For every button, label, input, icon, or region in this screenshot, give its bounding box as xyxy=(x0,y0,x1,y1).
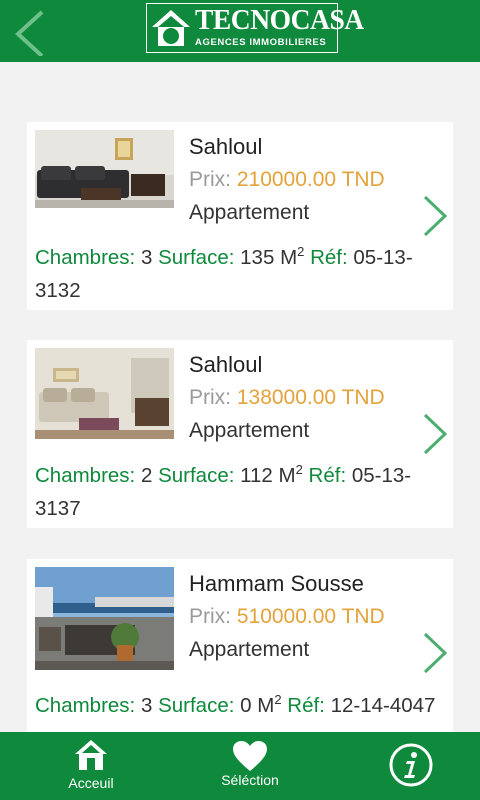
nav-home-button[interactable]: Acceuil xyxy=(58,732,124,800)
chevron-right-icon[interactable] xyxy=(419,412,449,456)
listing-price: 510000.00 TND xyxy=(236,605,385,628)
surface-unit: M xyxy=(278,463,296,487)
listing-price: 138000.00 TND xyxy=(236,386,385,409)
listing-price-line: Prix: 138000.00 TND xyxy=(189,381,419,414)
back-chevron-icon xyxy=(15,10,44,58)
surface-value: 135 xyxy=(240,245,275,269)
surface-label: Surface: xyxy=(158,463,235,487)
tecnocasa-logo: TECNOCASA AGENCES IMMOBILIERES xyxy=(146,3,364,53)
rooms-value: 3 xyxy=(140,693,153,717)
app-screen: TECNOCASA AGENCES IMMOBILIERES Sahloul P… xyxy=(0,0,480,800)
ref-label: Réf: xyxy=(310,245,348,269)
home-icon xyxy=(75,740,107,770)
listing-city: Sahloul xyxy=(189,352,263,377)
logo-house-icon xyxy=(152,10,190,46)
listing-card[interactable]: Hammam Sousse Prix: 510000.00 TND Appart… xyxy=(27,559,453,732)
listing-price: 210000.00 TND xyxy=(236,168,385,191)
listing-details: Chambres: 3 Surface: 135 M2 Réf: 05-13-3… xyxy=(35,235,445,307)
ref-value: 12-14-4047 xyxy=(330,693,436,717)
surface-unit: M xyxy=(280,245,298,269)
ref-label: Réf: xyxy=(287,693,325,717)
surface-label: Surface: xyxy=(158,693,235,717)
surface-value: 112 xyxy=(240,463,273,487)
top-bar: TECNOCASA AGENCES IMMOBILIERES xyxy=(0,0,480,62)
listing-info: Sahloul Prix: 138000.00 TND Appartement xyxy=(189,348,419,447)
surface-value: 0 xyxy=(240,693,252,717)
chevron-right-icon[interactable] xyxy=(419,194,449,238)
logo-subtitle: AGENCES IMMOBILIERES xyxy=(195,37,327,48)
listing-type: Appartement xyxy=(189,201,310,224)
rooms-value: 2 xyxy=(140,463,153,487)
price-label: Prix: xyxy=(189,386,231,409)
rooms-label: Chambres: xyxy=(35,463,136,487)
listing-details: Chambres: 3 Surface: 0 M2 Réf: 12-14-404… xyxy=(35,683,445,722)
listing-photo xyxy=(35,567,174,670)
surface-unit: M xyxy=(257,693,275,717)
logo-name: TECNOCASA xyxy=(195,4,364,36)
listing-photo xyxy=(35,348,174,439)
listing-price-line: Prix: 510000.00 TND xyxy=(189,600,419,633)
chevron-right-icon[interactable] xyxy=(419,631,449,675)
listing-photo xyxy=(35,130,174,208)
nav-selection-label: Séléction xyxy=(221,772,279,788)
listing-city: Sahloul xyxy=(189,134,263,159)
surface-exponent: 2 xyxy=(274,692,282,707)
listing-card[interactable]: Sahloul Prix: 138000.00 TND Appartement … xyxy=(27,340,453,528)
heart-icon xyxy=(233,741,267,771)
rooms-label: Chambres: xyxy=(35,693,136,717)
listing-details: Chambres: 2 Surface: 112 M2 Réf: 05-13-3… xyxy=(35,453,445,525)
surface-exponent: 2 xyxy=(295,462,303,477)
listing-type: Appartement xyxy=(189,638,310,661)
listing-list: Sahloul Prix: 210000.00 TND Appartement … xyxy=(0,62,480,732)
surface-exponent: 2 xyxy=(297,244,305,259)
nav-selection-button[interactable]: Séléction xyxy=(210,732,290,800)
info-icon xyxy=(389,743,433,787)
price-label: Prix: xyxy=(189,168,231,191)
listing-city: Hammam Sousse xyxy=(189,571,364,596)
listing-info: Hammam Sousse Prix: 510000.00 TND Appart… xyxy=(189,567,419,666)
listing-type: Appartement xyxy=(189,419,310,442)
rooms-value: 3 xyxy=(140,245,153,269)
bottom-nav-bar: Acceuil Séléction xyxy=(0,732,480,800)
listing-card[interactable]: Sahloul Prix: 210000.00 TND Appartement … xyxy=(27,122,453,310)
ref-label: Réf: xyxy=(308,463,347,487)
price-label: Prix: xyxy=(189,605,231,628)
listing-info: Sahloul Prix: 210000.00 TND Appartement xyxy=(189,130,419,229)
surface-label: Surface: xyxy=(158,245,235,269)
back-button[interactable] xyxy=(10,8,50,58)
nav-info-button[interactable] xyxy=(386,732,436,800)
nav-home-label: Acceuil xyxy=(68,775,114,791)
rooms-label: Chambres: xyxy=(35,245,136,269)
listing-price-line: Prix: 210000.00 TND xyxy=(189,163,419,196)
